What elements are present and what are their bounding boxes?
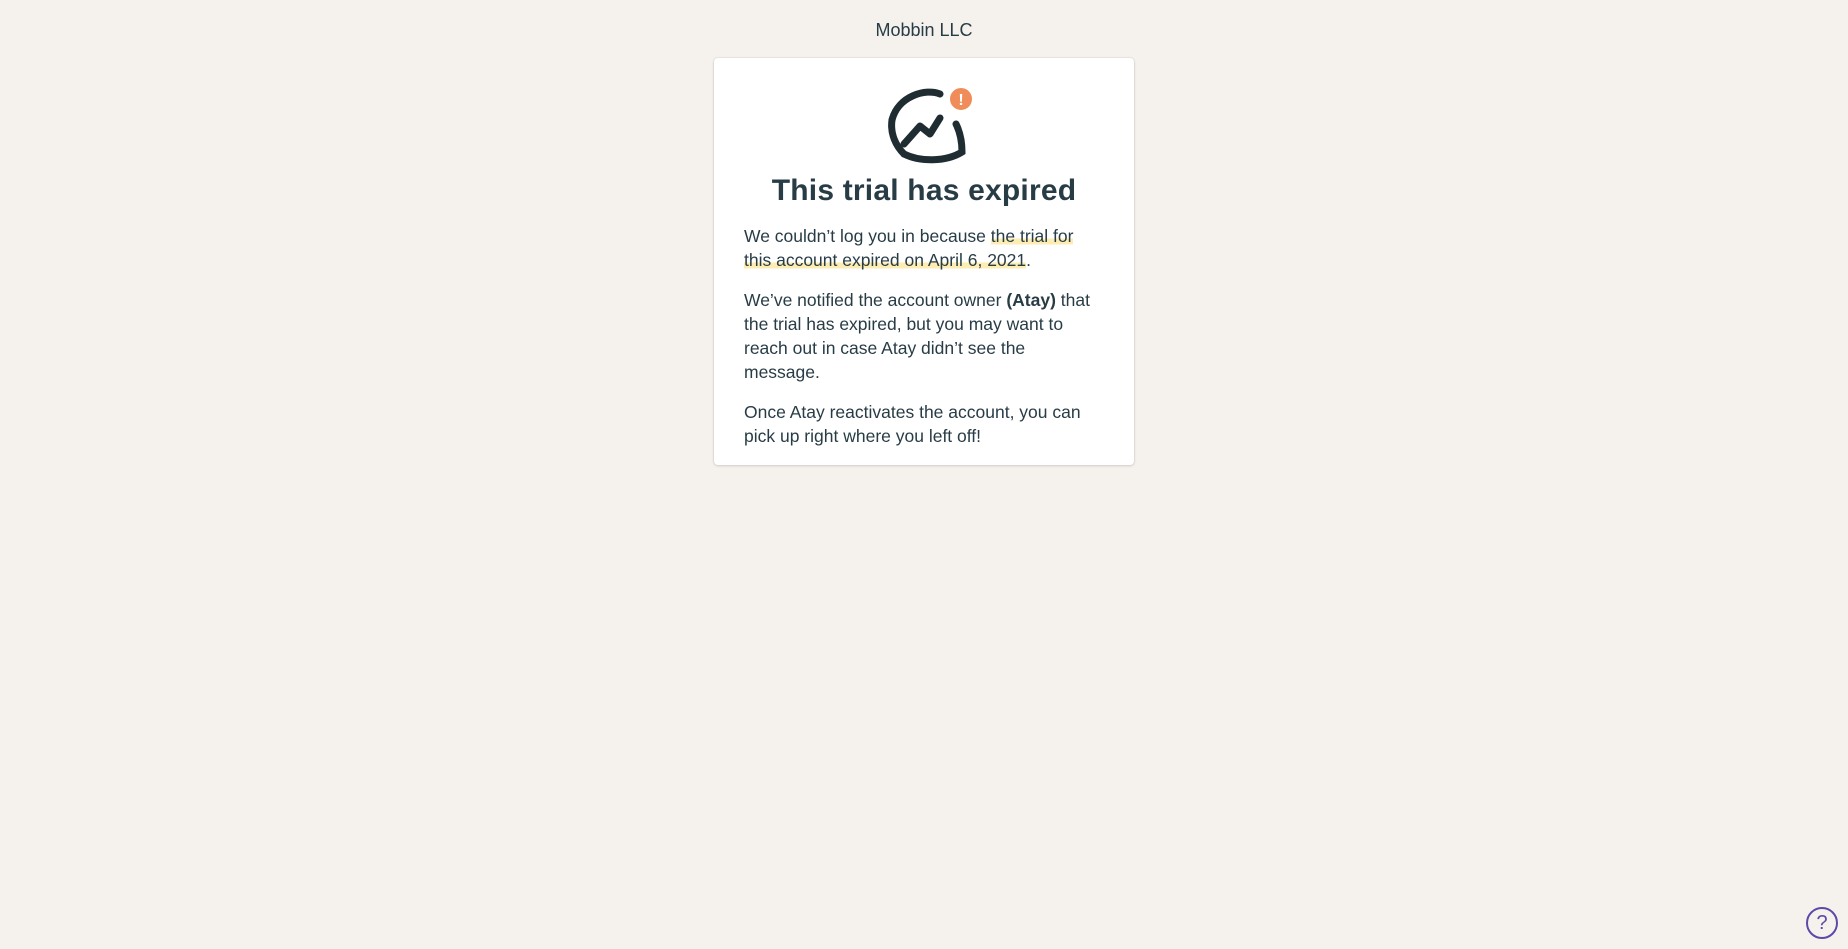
trial-expired-card: ! This trial has expired We couldn’t log… bbox=[714, 58, 1134, 465]
help-icon: ? bbox=[1816, 912, 1828, 934]
explanation-end: . bbox=[1026, 250, 1032, 270]
notification-text: We’ve notified the account owner bbox=[744, 290, 1007, 310]
account-name: Mobbin LLC bbox=[875, 20, 973, 40]
reactivation-paragraph: Once Atay reactivates the account, you c… bbox=[744, 402, 1081, 446]
notification-paragraph: We’ve notified the account owner (Atay) … bbox=[744, 288, 1104, 384]
explanation-paragraph: We couldn’t log you in because the trial… bbox=[744, 224, 1104, 272]
account-owner: (Atay) bbox=[1006, 290, 1056, 310]
page: Mobbin LLC ! This trial has expired We c… bbox=[0, 0, 1848, 949]
explanation-text: We couldn’t log you in because bbox=[744, 226, 991, 246]
page-title: This trial has expired bbox=[771, 174, 1077, 207]
alert-badge-icon: ! bbox=[948, 86, 974, 112]
basecamp-logo-icon: ! bbox=[874, 82, 974, 166]
help-button[interactable]: ? bbox=[1806, 907, 1838, 939]
svg-text:!: ! bbox=[958, 92, 963, 109]
